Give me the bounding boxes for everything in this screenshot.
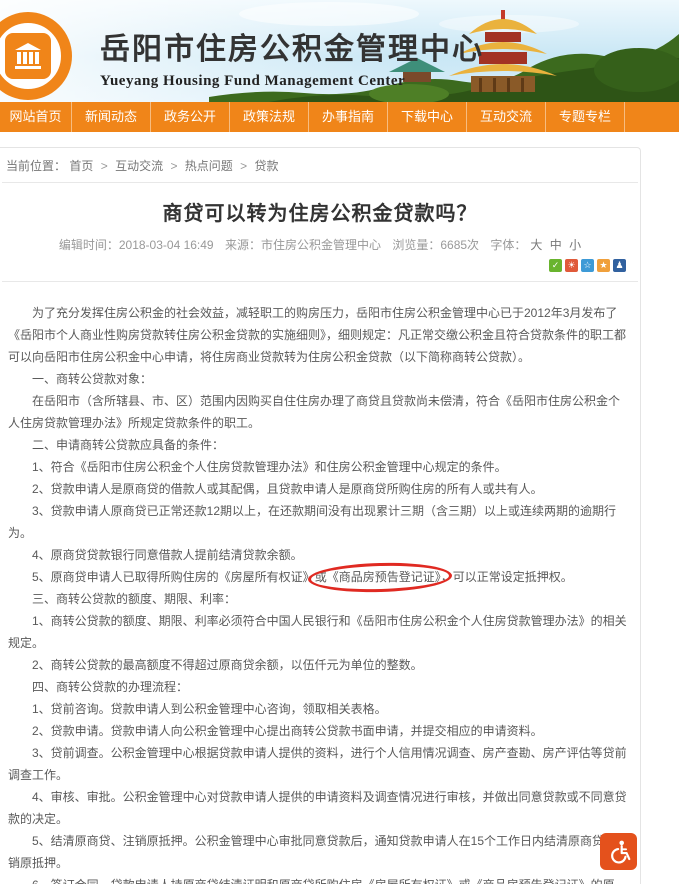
article-paragraph: 5、结清原商贷、注销原抵押。公积金管理中心审批同意贷款后，通知贷款申请人在15个…: [8, 830, 630, 874]
views-label: 浏览量：: [392, 238, 440, 252]
breadcrumb-separator: >: [101, 159, 108, 173]
content-panel: 当前位置： 首页 > 互动交流 > 热点问题 > 贷款 商贷可以转为住房公积金贷…: [0, 147, 641, 884]
nav-item-guide[interactable]: 办事指南: [309, 102, 388, 132]
page: { "header": { "site_title_zh": "岳阳市住房公积金…: [0, 0, 679, 884]
breadcrumb-label: 当前位置：: [6, 159, 66, 173]
article-paragraph: 6、签订合同。贷款申请人持原商贷结清证明和原商贷所购住房《房屋所有权证》或《商品…: [8, 874, 630, 884]
font-size-medium[interactable]: 中: [550, 238, 562, 252]
article-paragraph: 在岳阳市（含所辖县、市、区）范围内因购买自住住房办理了商贷且贷款尚未偿清，符合《…: [8, 390, 630, 434]
article-paragraph: 三、商转公贷款的额度、期限、利率：: [8, 588, 630, 610]
share-more-icon[interactable]: ♟: [613, 259, 626, 272]
views-count: 6685次: [440, 238, 479, 252]
wheelchair-icon: [606, 839, 632, 865]
share-bar: ✓☀☆★♟: [0, 257, 640, 273]
red-circle-annotation: 或《商品房预告登记证》: [315, 570, 441, 584]
article-paragraph: 二、申请商转公贷款应具备的条件：: [8, 434, 630, 456]
nav-item-interaction[interactable]: 互动交流: [467, 102, 546, 132]
breadcrumb-home[interactable]: 首页: [69, 159, 93, 173]
annotated-text-before: 5、原商贷申请人已取得所购住房的《房屋所有权证》: [32, 570, 315, 584]
article-paragraph: 4、原商贷贷款银行同意借款人提前结清贷款余额。: [8, 544, 630, 566]
font-size-small[interactable]: 小: [569, 238, 581, 252]
breadcrumb-loans[interactable]: 贷款: [255, 159, 279, 173]
share-qzone-icon[interactable]: ☆: [581, 259, 594, 272]
article-paragraph: 2、商转公贷款的最高额度不得超过原商贷余额，以伍仟元为单位的整数。: [8, 654, 630, 676]
breadcrumb-separator: >: [240, 159, 247, 173]
main-nav: 网站首页 新闻动态 政务公开 政策法规 办事指南 下载中心 互动交流 专题专栏: [0, 102, 679, 132]
article-paragraph: 一、商转公贷款对象：: [8, 368, 630, 390]
article-body: 为了充分发挥住房公积金的社会效益，减轻职工的购房压力，岳阳市住房公积金管理中心已…: [0, 282, 640, 884]
breadcrumb: 当前位置： 首页 > 互动交流 > 热点问题 > 贷款: [0, 148, 640, 182]
article-paragraph-annotated: 5、原商贷申请人已取得所购住房的《房屋所有权证》或《商品房预告登记证》，可以正常…: [8, 566, 630, 588]
article-paragraph: 1、商转公贷款的额度、期限、利率必须符合中国人民银行和《岳阳市住房公积金个人住房…: [8, 610, 630, 654]
breadcrumb-hot-questions[interactable]: 热点问题: [185, 159, 233, 173]
nav-item-gov-affairs[interactable]: 政务公开: [151, 102, 230, 132]
article-paragraph: 3、贷前调查。公积金管理中心根据贷款申请人提供的资料，进行个人信用情况调查、房产…: [8, 742, 630, 786]
font-size-label: 字体：: [490, 238, 526, 252]
breadcrumb-divider: [2, 182, 638, 183]
nav-item-special-topics[interactable]: 专题专栏: [546, 102, 625, 132]
share-wechat-icon[interactable]: ✓: [549, 259, 562, 272]
font-size-large[interactable]: 大: [530, 238, 542, 252]
article-paragraph: 2、贷款申请。贷款申请人向公积金管理中心提出商转公贷款书面申请，并提交相应的申请…: [8, 720, 630, 742]
nav-item-policies[interactable]: 政策法规: [230, 102, 309, 132]
accessibility-widget[interactable]: [600, 833, 637, 870]
article-paragraph: 1、贷前咨询。贷款申请人到公积金管理中心咨询，领取相关表格。: [8, 698, 630, 720]
edit-time: 2018-03-04 16:49: [119, 238, 214, 252]
article-paragraph: 3、贷款申请人原商贷已正常还款12期以上，在还款期间没有出现累计三期（含三期）以…: [8, 500, 630, 544]
article-paragraph: 为了充分发挥住房公积金的社会效益，减轻职工的购房压力，岳阳市住房公积金管理中心已…: [8, 302, 630, 368]
nav-item-downloads[interactable]: 下载中心: [388, 102, 467, 132]
article-title: 商贷可以转为住房公积金贷款吗？: [0, 197, 640, 226]
article-paragraph: 4、审核、审批。公积金管理中心对贷款申请人提供的申请资料及调查情况进行审核，并做…: [8, 786, 630, 830]
article-meta: 编辑时间：2018-03-04 16:49 来源：市住房公积金管理中心 浏览量：…: [0, 236, 640, 253]
article-paragraph: 1、符合《岳阳市住房公积金个人住房贷款管理办法》和住房公积金管理中心规定的条件。: [8, 456, 630, 478]
share-weibo-icon[interactable]: ☀: [565, 259, 578, 272]
site-header: 岳阳市住房公积金管理中心 Yueyang Housing Fund Manage…: [0, 0, 679, 102]
article-paragraph: 四、商转公贷款的办理流程：: [8, 676, 630, 698]
breadcrumb-separator: >: [170, 159, 177, 173]
nav-item-news[interactable]: 新闻动态: [72, 102, 151, 132]
breadcrumb-interaction[interactable]: 互动交流: [115, 159, 163, 173]
article-paragraph: 2、贷款申请人是原商贷的借款人或其配偶，且贷款申请人是原商贷所购住房的所有人或共…: [8, 478, 630, 500]
source-label: 来源：: [225, 238, 261, 252]
share-qq-icon[interactable]: ★: [597, 259, 610, 272]
site-title-en: Yueyang Housing Fund Management Center: [100, 73, 484, 90]
site-title-zh: 岳阳市住房公积金管理中心: [100, 24, 484, 68]
bank-building-icon: [5, 33, 51, 79]
annotated-text-after: ，可以正常设定抵押权。: [441, 570, 573, 584]
source: 市住房公积金管理中心: [261, 238, 381, 252]
nav-item-home[interactable]: 网站首页: [0, 102, 72, 132]
edit-time-label: 编辑时间：: [59, 238, 119, 252]
